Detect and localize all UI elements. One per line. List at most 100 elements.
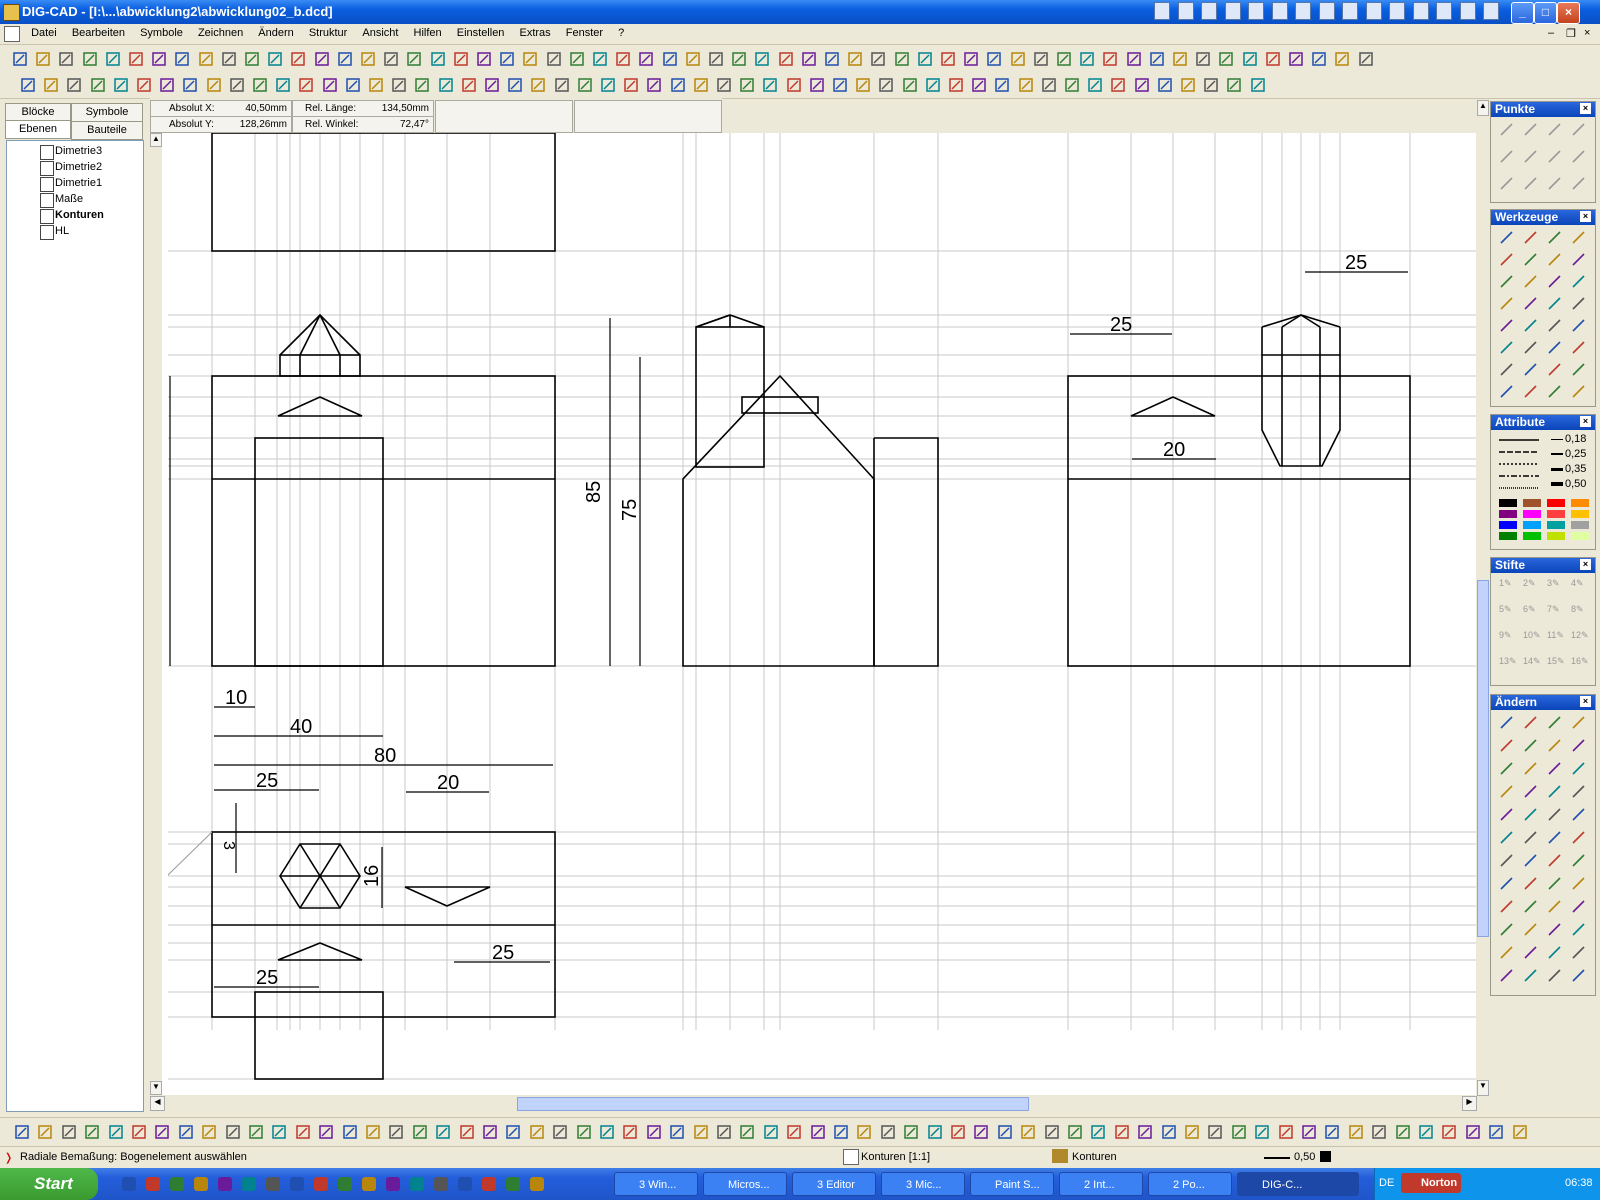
toolbar-tool-icon[interactable] <box>927 1124 943 1140</box>
toolbar-tool-icon[interactable] <box>1512 1124 1528 1140</box>
edit-tool[interactable] <box>1571 715 1586 730</box>
toolbar-tool-icon[interactable] <box>592 51 608 67</box>
point-snap-tool[interactable] <box>1547 149 1562 164</box>
toolbar-tool-icon[interactable] <box>1172 51 1188 67</box>
color-swatch[interactable] <box>1499 532 1517 540</box>
color-swatch[interactable] <box>1571 499 1589 507</box>
drawing-tool[interactable] <box>1547 384 1562 399</box>
toolbar-tool-icon[interactable] <box>206 77 222 93</box>
toolbar-tool-icon[interactable] <box>1395 1124 1411 1140</box>
drawing-tool[interactable] <box>1499 252 1514 267</box>
close-icon[interactable]: × <box>1580 559 1591 570</box>
maximize-button[interactable]: □ <box>1534 2 1557 24</box>
menu-ansicht[interactable]: Ansicht <box>356 24 404 39</box>
menu-einstellen[interactable]: Einstellen <box>451 24 511 39</box>
toolbar-tool-icon[interactable] <box>1041 77 1057 93</box>
toolbar-tool-icon[interactable] <box>1288 51 1304 67</box>
toolbar-tool-icon[interactable] <box>546 51 562 67</box>
edit-tool[interactable] <box>1499 807 1514 822</box>
toolbar-tool-icon[interactable] <box>554 77 570 93</box>
toolbar-tool-icon[interactable] <box>430 51 446 67</box>
edit-tool[interactable] <box>1547 853 1562 868</box>
toolbar-tool-icon[interactable] <box>248 1124 264 1140</box>
line-style-option[interactable] <box>1499 471 1539 481</box>
color-swatch[interactable] <box>1547 521 1565 529</box>
drawing-tool[interactable] <box>1547 362 1562 377</box>
toolbar-tool-icon[interactable] <box>1488 1124 1504 1140</box>
tab-ebenen[interactable]: Ebenen <box>5 120 71 139</box>
drawing-tool[interactable] <box>1547 340 1562 355</box>
toolbar-tool-icon[interactable] <box>762 77 778 93</box>
edit-tool[interactable] <box>1499 968 1514 983</box>
toolbar-tool-icon[interactable] <box>1087 77 1103 93</box>
toolbar-tool-icon[interactable] <box>90 77 106 93</box>
task-windows[interactable]: 3 Win... <box>614 1172 698 1196</box>
toolbar-tool-icon[interactable] <box>318 1124 334 1140</box>
toolbar-tool-icon[interactable] <box>1465 1124 1481 1140</box>
toolbar-tool-icon[interactable] <box>271 1124 287 1140</box>
toolbar-tool-icon[interactable] <box>1242 51 1258 67</box>
toolbar-tool-icon[interactable] <box>221 51 237 67</box>
toolbar-tool-icon[interactable] <box>108 1124 124 1140</box>
toolbar-tool-icon[interactable] <box>809 77 825 93</box>
color-swatch[interactable] <box>1499 499 1517 507</box>
toolbar-tool-icon[interactable] <box>1137 1124 1153 1140</box>
pen-button[interactable]: 1✎ <box>1499 578 1512 589</box>
menu-fenster[interactable]: Fenster <box>560 24 609 39</box>
vertical-scrollbar[interactable]: ▲ ▼ <box>1476 100 1489 1096</box>
line-style-option[interactable] <box>1499 447 1539 457</box>
toolbar-tool-icon[interactable] <box>128 51 144 67</box>
color-swatch[interactable] <box>1499 521 1517 529</box>
toolbar-tool-icon[interactable] <box>1301 1124 1317 1140</box>
color-swatch[interactable] <box>1547 532 1565 540</box>
point-snap-tool[interactable] <box>1499 176 1514 191</box>
menu-datei[interactable]: Datei <box>25 24 63 39</box>
toolbar-tool-icon[interactable] <box>1149 51 1165 67</box>
toolbar-tool-icon[interactable] <box>600 77 616 93</box>
toolbar-tool-icon[interactable] <box>1250 77 1266 93</box>
toolbar-tool-icon[interactable] <box>847 51 863 67</box>
task-mic[interactable]: 3 Mic... <box>881 1172 965 1196</box>
toolbar-tool-icon[interactable] <box>950 1124 966 1140</box>
scroll-left-arrow[interactable]: ◀ <box>150 1096 165 1111</box>
scroll-down-arrow[interactable]: ▼ <box>150 1081 162 1095</box>
toolbar-tool-icon[interactable] <box>58 51 74 67</box>
toolbar-tool-icon[interactable] <box>1254 1124 1270 1140</box>
toolbar-tool-icon[interactable] <box>801 51 817 67</box>
drawing-tool[interactable] <box>1547 296 1562 311</box>
menu-help[interactable]: ? <box>612 24 630 39</box>
toolbar-tool-icon[interactable] <box>1184 1124 1200 1140</box>
mdi-close-button[interactable]: × <box>1584 27 1590 39</box>
toolbar-tool-icon[interactable] <box>1371 1124 1387 1140</box>
shortcut-icon[interactable] <box>1271 2 1288 20</box>
toolbar-tool-icon[interactable] <box>917 51 933 67</box>
toolbar-tool-icon[interactable] <box>855 77 871 93</box>
edit-tool[interactable] <box>1523 830 1538 845</box>
toolbar-tool-icon[interactable] <box>174 51 190 67</box>
quick-launch-icon[interactable] <box>170 1177 184 1191</box>
toolbar-tool-icon[interactable] <box>505 1124 521 1140</box>
toolbar-tool-icon[interactable] <box>940 51 956 67</box>
toolbar-tool-icon[interactable] <box>1441 1124 1457 1140</box>
toolbar-tool-icon[interactable] <box>622 1124 638 1140</box>
close-icon[interactable]: × <box>1580 416 1591 427</box>
pen-button[interactable]: 14✎ <box>1523 656 1541 667</box>
pen-button[interactable]: 13✎ <box>1499 656 1517 667</box>
menu-extras[interactable]: Extras <box>514 24 557 39</box>
edit-tool[interactable] <box>1571 830 1586 845</box>
color-swatch[interactable] <box>1523 510 1541 518</box>
edit-tool[interactable] <box>1523 853 1538 868</box>
toolbar-tool-icon[interactable] <box>368 77 384 93</box>
pen-button[interactable]: 10✎ <box>1523 630 1541 641</box>
toolbar-tool-icon[interactable] <box>1067 1124 1083 1140</box>
drawing-tool[interactable] <box>1571 362 1586 377</box>
status-line-width[interactable]: 0,50 <box>1294 1151 1315 1163</box>
scroll-up-arrow[interactable]: ▲ <box>1477 100 1489 116</box>
drawing-tool[interactable] <box>1523 252 1538 267</box>
color-swatch[interactable] <box>1499 510 1517 518</box>
toolbar-tool-icon[interactable] <box>12 51 28 67</box>
scroll-thumb[interactable] <box>1477 580 1489 937</box>
quick-launch-icon[interactable] <box>266 1177 280 1191</box>
toolbar-tool-icon[interactable] <box>948 77 964 93</box>
color-swatch[interactable] <box>1571 532 1589 540</box>
